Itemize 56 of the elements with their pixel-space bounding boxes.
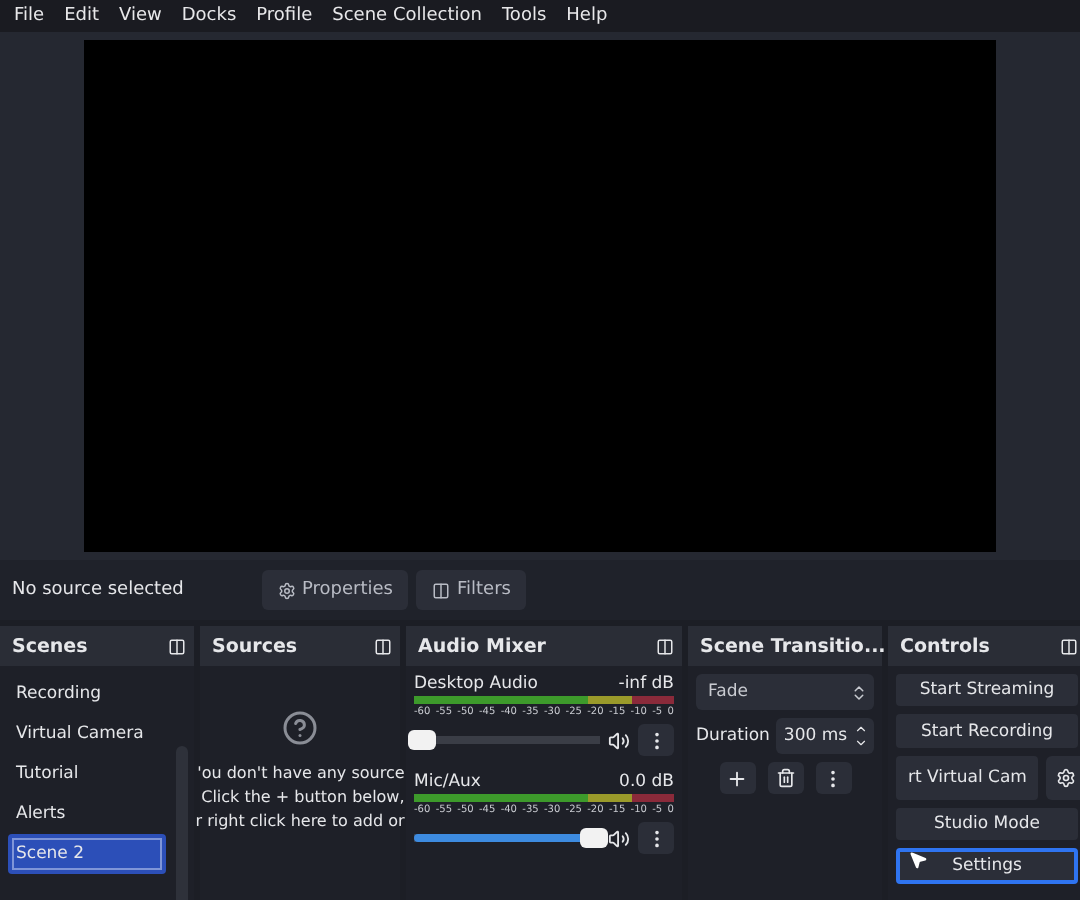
pointer-icon: [908, 850, 928, 870]
decrement-icon[interactable]: [854, 736, 868, 750]
menu-item[interactable]: Tools: [491, 6, 557, 26]
menu-button[interactable]: [638, 822, 674, 854]
menu-item[interactable]: Profile: [246, 6, 323, 26]
undock-icon[interactable]: [374, 637, 392, 655]
menu-item[interactable]: View: [109, 6, 172, 26]
undock-icon[interactable]: [656, 637, 674, 655]
menu-item[interactable]: Help: [556, 6, 618, 26]
control-button[interactable]: Settings: [896, 848, 1078, 884]
add-button[interactable]: [719, 762, 755, 794]
settings-button[interactable]: [1046, 755, 1080, 800]
scene-item[interactable]: Alerts: [8, 794, 166, 834]
trash-icon: [775, 768, 795, 788]
menu-button[interactable]: [815, 762, 851, 794]
control-button[interactable]: rt Virtual Cam: [896, 755, 1039, 800]
volume-reading: -inf dB: [618, 674, 674, 694]
question-icon: [282, 710, 318, 746]
menu-item[interactable]: Docks: [171, 6, 247, 26]
control-button[interactable]: Studio Mode: [896, 807, 1078, 841]
scene-item[interactable]: Scene 2: [8, 834, 166, 874]
properties-button[interactable]: Properties: [262, 570, 409, 610]
plus-icon: [726, 767, 748, 789]
control-button[interactable]: Start Streaming: [896, 674, 1078, 707]
scene-item[interactable]: Tutorial: [8, 754, 166, 794]
channel-name: Desktop Audio: [414, 674, 538, 694]
menu-item[interactable]: Edit: [54, 6, 109, 26]
menu-button[interactable]: [638, 724, 674, 756]
speaker-icon[interactable]: [608, 827, 630, 849]
menu-item[interactable]: File: [4, 6, 55, 26]
delete-button[interactable]: [767, 762, 803, 794]
dock-title: Scenes: [12, 635, 88, 657]
control-button[interactable]: Start Recording: [896, 714, 1078, 748]
speaker-icon[interactable]: [608, 729, 630, 751]
volume-slider[interactable]: [414, 730, 600, 750]
scene-item[interactable]: Recording: [8, 674, 166, 714]
channel-name: Mic/Aux: [414, 772, 481, 792]
increment-icon[interactable]: [854, 722, 868, 736]
filters-button[interactable]: Filters: [416, 570, 527, 610]
duration-field[interactable]: 300 ms: [775, 718, 874, 754]
source-status: No source selected: [12, 580, 186, 600]
undock-icon[interactable]: [168, 637, 186, 655]
dock-title: Controls: [900, 635, 990, 657]
dock-title: Audio Mixer: [418, 635, 546, 657]
duration-label: Duration: [696, 726, 770, 746]
gear-icon: [278, 581, 296, 599]
dock-title: Sources: [212, 635, 298, 657]
transition-select[interactable]: Fade: [696, 674, 874, 710]
updown-icon: [850, 683, 868, 701]
volume-reading: 0.0 dB: [619, 772, 674, 792]
menu-item[interactable]: Scene Collection: [322, 6, 492, 26]
undock-icon[interactable]: [1060, 637, 1078, 655]
dock-title: Scene Transitio...: [700, 635, 886, 657]
scene-item[interactable]: Virtual Camera: [8, 714, 166, 754]
empty-message: 'ou don't have any source Click the + button below, r right click here to add or: [195, 762, 405, 834]
gear-icon: [1056, 767, 1077, 788]
